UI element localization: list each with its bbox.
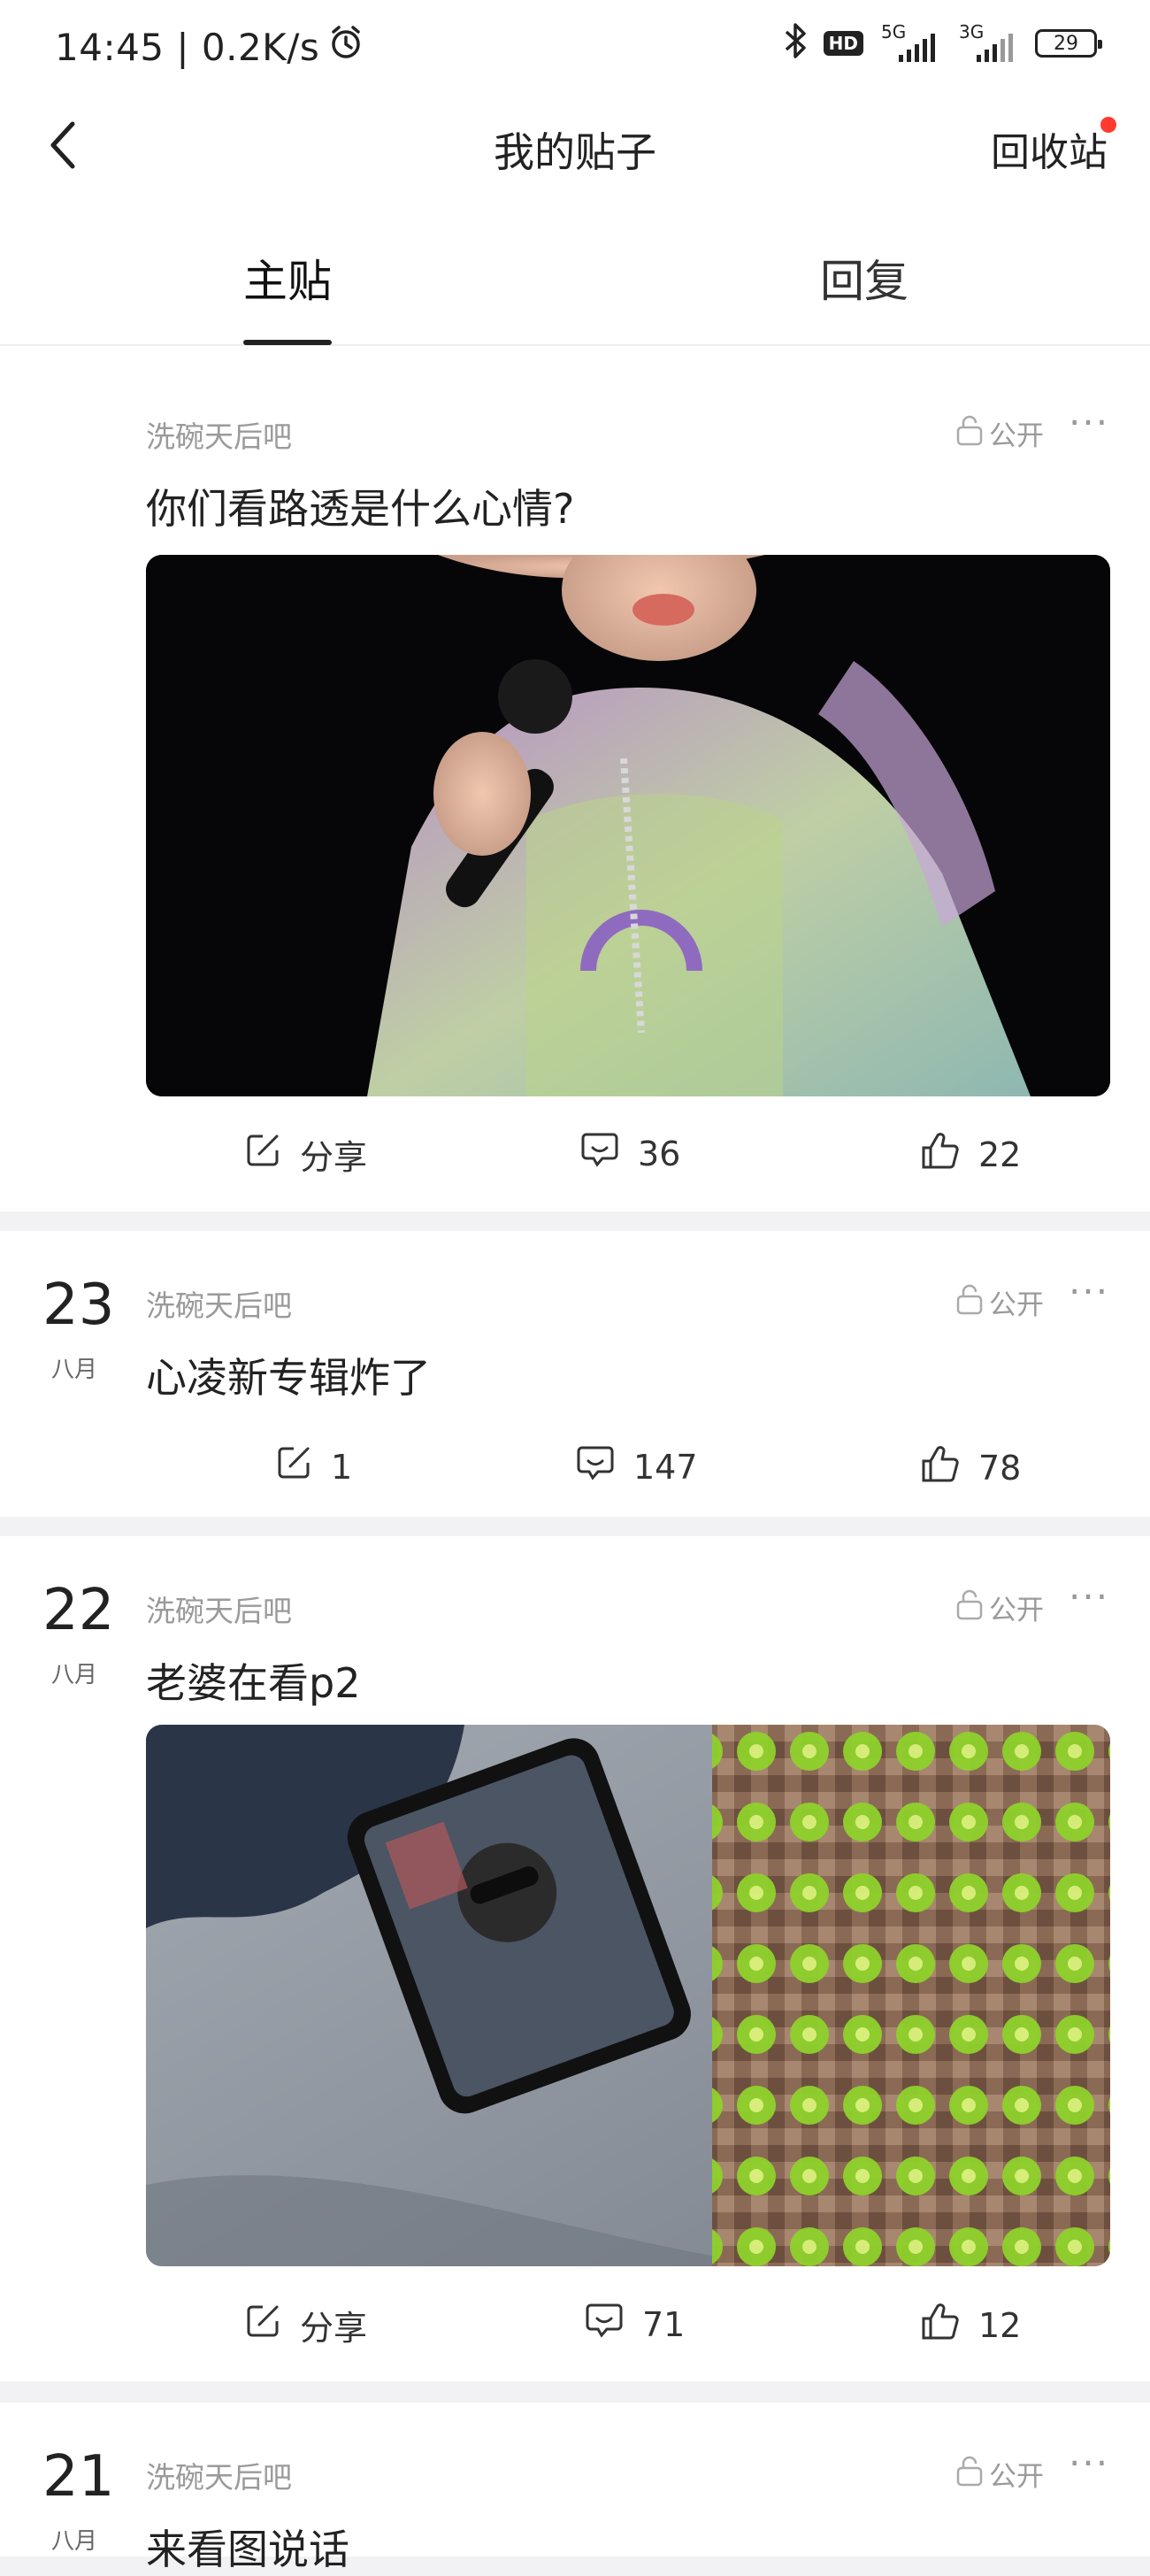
post-title[interactable]: 心凌新专辑炸了 xyxy=(146,1346,431,1404)
visibility-toggle[interactable]: 公开 xyxy=(955,2454,1044,2494)
comment-count: 147 xyxy=(633,1447,698,1487)
forum-name[interactable]: 洗碗天后吧 xyxy=(146,1588,292,1630)
visibility-toggle[interactable]: 公开 xyxy=(955,413,1044,453)
tab-replies[interactable]: 回复 xyxy=(820,246,908,310)
post-card[interactable]: 23 八月 洗碗天后吧 公开 ··· 心凌新专辑炸了 1 147 78 xyxy=(0,1231,1150,1517)
status-time-speed: 14:45 | 0.2K/s xyxy=(55,25,320,69)
visibility-label: 公开 xyxy=(989,1289,1044,1321)
share-button[interactable]: 分享 xyxy=(243,2301,367,2349)
share-button[interactable]: 分享 xyxy=(243,1130,367,1179)
share-button[interactable]: 1 xyxy=(274,1443,352,1490)
lock-open-icon xyxy=(955,414,984,453)
comment-bubble-icon xyxy=(584,2301,625,2348)
post-title[interactable]: 来看图说话 xyxy=(146,2518,349,2576)
share-edit-icon xyxy=(243,1131,282,1178)
thumb-up-icon xyxy=(920,1130,961,1179)
like-button[interactable]: 78 xyxy=(920,1443,1021,1492)
status-right: HD 5G 3G 29 xyxy=(783,21,1102,65)
like-button[interactable]: 12 xyxy=(920,2301,1021,2349)
thumb-up-icon xyxy=(920,1443,961,1492)
post-title[interactable]: 老婆在看p2 xyxy=(146,1651,360,1710)
post-date-month: 八月 xyxy=(51,2528,98,2555)
thumb-up-icon xyxy=(920,2301,961,2349)
post-card[interactable]: 洗碗天后吧 公开 ··· 你们看路透是什么心情? 分享 36 22 xyxy=(0,346,1150,1211)
tab-bar: 主贴 回复 xyxy=(0,195,1150,345)
share-label: 分享 xyxy=(300,1138,368,1177)
comment-button[interactable]: 147 xyxy=(575,1443,698,1490)
signal-3g-icon: 3G xyxy=(957,21,1019,65)
share-edit-icon xyxy=(243,2302,282,2349)
post-date-day: 23 xyxy=(42,1273,115,1338)
more-dots-icon[interactable]: ··· xyxy=(1069,1270,1109,1313)
status-bar: 14:45 | 0.2K/s HD 5G 3G 29 xyxy=(0,0,1150,97)
like-button[interactable]: 22 xyxy=(920,1130,1021,1179)
visibility-label: 公开 xyxy=(989,420,1044,452)
comment-count: 71 xyxy=(642,2304,686,2344)
signal-5g-icon: 5G xyxy=(879,21,941,65)
share-edit-icon xyxy=(274,1443,313,1490)
like-count: 22 xyxy=(978,1134,1022,1174)
share-label: 分享 xyxy=(300,2309,368,2348)
more-dots-icon[interactable]: ··· xyxy=(1069,1575,1109,1619)
battery-level: 29 xyxy=(1054,32,1078,55)
comment-bubble-icon xyxy=(579,1130,620,1177)
visibility-label: 公开 xyxy=(989,2461,1044,2493)
post-date-month: 八月 xyxy=(51,1357,98,1383)
share-count: 1 xyxy=(331,1447,353,1487)
more-dots-icon[interactable]: ··· xyxy=(1069,401,1109,444)
like-count: 12 xyxy=(978,2305,1022,2345)
notification-dot xyxy=(1100,117,1116,133)
post-card[interactable]: 21 八月 洗碗天后吧 公开 ··· 来看图说话 xyxy=(0,2403,1150,2573)
post-date-day: 21 xyxy=(42,2444,115,2510)
battery-icon: 29 xyxy=(1035,29,1102,58)
comment-button[interactable]: 36 xyxy=(579,1130,680,1177)
post-image[interactable] xyxy=(146,1725,1110,2266)
nav-bar: 我的贴子 回收站 xyxy=(0,97,1150,195)
lock-open-icon xyxy=(955,1283,984,1322)
forum-name[interactable]: 洗碗天后吧 xyxy=(146,413,292,456)
like-count: 78 xyxy=(978,1448,1022,1488)
recycle-bin-button[interactable]: 回收站 xyxy=(991,120,1108,177)
hd-badge: HD xyxy=(823,31,863,56)
visibility-toggle[interactable]: 公开 xyxy=(955,1282,1044,1322)
tab-main-posts[interactable]: 主贴 xyxy=(243,246,332,310)
comment-bubble-icon xyxy=(575,1443,616,1490)
status-left: 14:45 | 0.2K/s xyxy=(55,25,364,69)
bluetooth-icon xyxy=(783,21,808,65)
visibility-toggle[interactable]: 公开 xyxy=(955,1588,1044,1627)
post-card[interactable]: 22 八月 洗碗天后吧 公开 ··· 老婆在看p2 分享 71 12 xyxy=(0,1536,1150,2381)
comment-button[interactable]: 71 xyxy=(584,2301,685,2348)
lock-open-icon xyxy=(955,1588,984,1627)
visibility-label: 公开 xyxy=(989,1595,1044,1626)
post-date-day: 22 xyxy=(42,1578,115,1643)
post-date-month: 八月 xyxy=(51,1662,98,1688)
comment-count: 36 xyxy=(638,1134,681,1173)
post-title[interactable]: 你们看路透是什么心情? xyxy=(146,477,574,535)
page-title: 我的贴子 xyxy=(494,128,656,176)
forum-name[interactable]: 洗碗天后吧 xyxy=(146,2454,292,2496)
tab-active-indicator xyxy=(243,340,332,345)
forum-name[interactable]: 洗碗天后吧 xyxy=(146,1282,292,1325)
more-dots-icon[interactable]: ··· xyxy=(1069,2441,1109,2485)
lock-open-icon xyxy=(955,2455,984,2494)
alarm-clock-icon xyxy=(328,25,364,69)
post-image[interactable] xyxy=(146,555,1110,1096)
